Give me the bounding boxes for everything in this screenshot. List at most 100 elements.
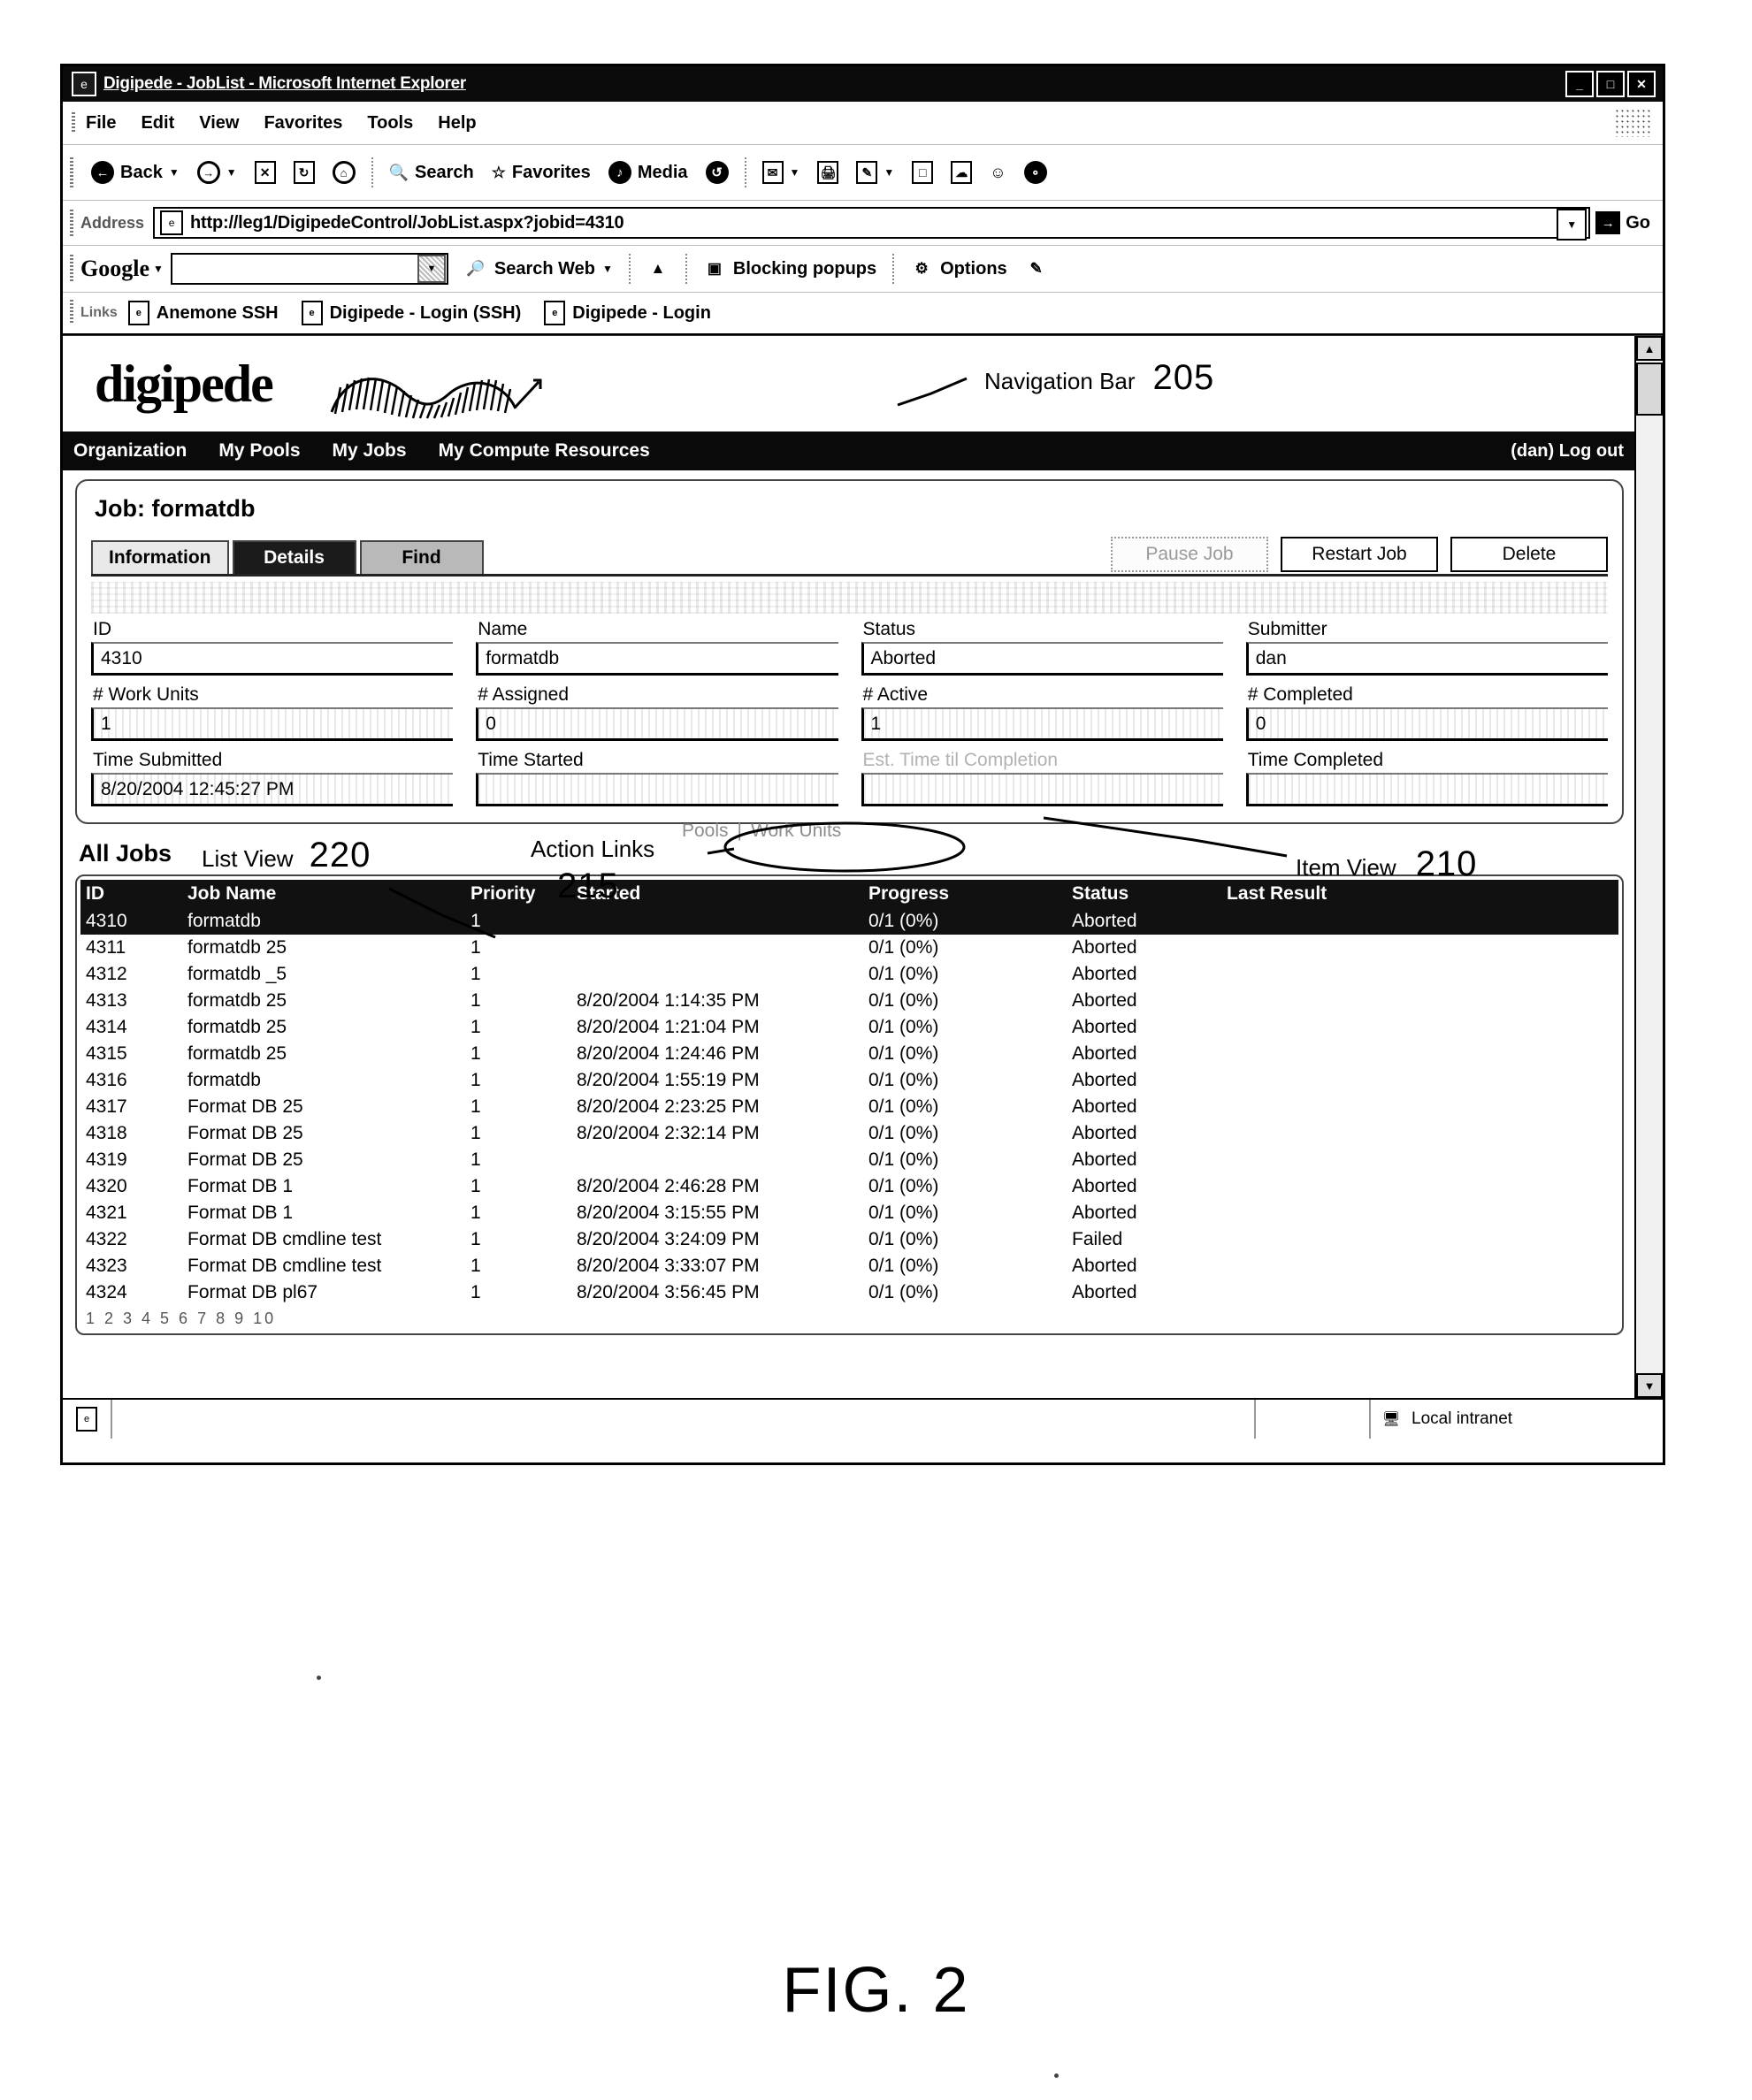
google-options-button[interactable]: ⚙ Options <box>901 258 1016 279</box>
field-value-completed[interactable]: 0 <box>1245 707 1608 741</box>
field-value-work-units[interactable]: 1 <box>91 707 454 741</box>
field-value-time-submitted[interactable]: 8/20/2004 12:45:27 PM <box>91 773 454 806</box>
scroll-up-button[interactable]: ▲ <box>1636 336 1663 361</box>
table-row[interactable]: 4322 Format DB cmdline test 1 8/20/2004 3:2… <box>80 1226 1618 1253</box>
back-dropdown-icon[interactable]: ▼ <box>169 166 180 179</box>
menu-item-file[interactable]: File <box>86 113 116 134</box>
google-highlight-button[interactable]: ✎ <box>1016 258 1057 279</box>
pagination[interactable]: 1 2 3 4 5 6 7 8 9 10 <box>80 1306 1618 1330</box>
refresh-button[interactable]: ↻ <box>285 161 324 184</box>
print-button[interactable]: 🖨 <box>808 161 847 184</box>
menu-item-tools[interactable]: Tools <box>367 113 413 134</box>
nav-item-my-jobs[interactable]: My Jobs <box>333 440 407 462</box>
tab-information[interactable]: Information <box>91 540 229 574</box>
forward-button[interactable]: → ▼ <box>188 161 246 184</box>
home-button[interactable]: ⌂ <box>324 161 364 184</box>
research-button[interactable]: ☁ <box>942 161 981 184</box>
table-row[interactable]: 4324 Format DB pl67 1 8/20/2004 3:56:45 PM 0… <box>80 1279 1618 1306</box>
mail-dropdown-icon[interactable]: ▼ <box>790 166 800 179</box>
google-history-dropdown-icon[interactable]: ▼ <box>417 255 446 283</box>
mail-button[interactable]: ✉ ▼ <box>754 161 809 184</box>
stop-button[interactable]: ✕ <box>246 161 285 184</box>
menu-item-help[interactable]: Help <box>438 113 476 134</box>
menu-bar-grip[interactable] <box>72 112 75 134</box>
action-link-work-units[interactable]: Work Units <box>751 821 841 842</box>
field-value-assigned[interactable]: 0 <box>476 707 838 741</box>
media-button[interactable]: ♪ Media <box>600 161 697 184</box>
google-pagerank-button[interactable]: ▲ <box>638 258 678 279</box>
cell-progress: 0/1 (0%) <box>868 1176 939 1196</box>
field-value-time-completed[interactable] <box>1245 773 1608 806</box>
toolbar-grip[interactable] <box>70 157 73 187</box>
logout-link[interactable]: (dan) Log out <box>1511 441 1624 462</box>
google-search-input[interactable]: ▼ <box>170 253 448 285</box>
table-row[interactable]: 4321 Format DB 1 1 8/20/2004 3:15:55 PM 0/1 … <box>80 1200 1618 1226</box>
discuss-button[interactable]: □ <box>903 161 942 184</box>
action-link-pools[interactable]: Pools <box>682 821 729 842</box>
field-value-time-started[interactable] <box>476 773 838 806</box>
google-search-web-button[interactable]: 🔎 Search Web ▼ <box>455 258 622 279</box>
column-header-job-name[interactable]: Job Name <box>182 880 465 908</box>
table-row[interactable]: 4313 formatdb 25 1 8/20/2004 1:14:35 PM 0/1 … <box>80 988 1618 1014</box>
scrollbar-thumb[interactable] <box>1636 363 1663 416</box>
column-header-status[interactable]: Status <box>1067 880 1221 908</box>
table-row[interactable]: 4311 formatdb 25 1 0/1 (0%) Aborted <box>80 935 1618 961</box>
link-digipede-login[interactable]: e Digipede - Login <box>544 301 734 325</box>
search-button[interactable]: 🔍 Search <box>380 163 483 183</box>
table-row[interactable]: 4312 formatdb _5 1 0/1 (0%) Aborted <box>80 961 1618 988</box>
links-bar-grip[interactable] <box>70 300 73 325</box>
close-button[interactable]: ✕ <box>1627 71 1656 97</box>
field-value-active[interactable]: 1 <box>861 707 1223 741</box>
popup-blocker-icon: ▣ <box>707 260 722 277</box>
google-menu-icon[interactable]: ▼ <box>153 263 164 275</box>
table-row[interactable]: 4319 Format DB 25 1 0/1 (0%) Aborted <box>80 1147 1618 1173</box>
address-input[interactable]: e http://leg1/DigipedeControl/JobList.as… <box>153 207 1591 241</box>
menu-item-edit[interactable]: Edit <box>141 113 174 134</box>
menu-item-favorites[interactable]: Favorites <box>264 113 342 134</box>
back-button[interactable]: ← Back ▼ <box>82 161 188 184</box>
link-digipede-login-ssh[interactable]: e Digipede - Login (SSH) <box>301 301 545 325</box>
table-row[interactable]: 4316 formatdb 1 8/20/2004 1:55:19 PM 0/1 (0%… <box>80 1067 1618 1094</box>
scroll-down-button[interactable]: ▼ <box>1636 1373 1663 1398</box>
field-value-submitter[interactable]: dan <box>1245 642 1608 676</box>
maximize-button[interactable]: □ <box>1596 71 1625 97</box>
column-header-id[interactable]: ID <box>80 880 182 908</box>
history-button[interactable]: ↺ <box>697 161 738 184</box>
table-row[interactable]: 4320 Format DB 1 1 8/20/2004 2:46:28 PM 0/1 … <box>80 1173 1618 1200</box>
vertical-scrollbar[interactable]: ▲ ▼ <box>1634 336 1663 1398</box>
table-row[interactable]: 4318 Format DB 25 1 8/20/2004 2:32:14 PM 0/1… <box>80 1120 1618 1147</box>
tab-find[interactable]: Find <box>359 540 484 574</box>
google-popup-blocker-button[interactable]: ▣ Blocking popups <box>694 258 885 279</box>
google-search-dropdown-icon[interactable]: ▼ <box>602 263 613 275</box>
go-arrow-icon: → <box>1595 211 1621 234</box>
delete-job-button[interactable]: Delete <box>1450 537 1608 572</box>
edit-dropdown-icon[interactable]: ▼ <box>884 166 894 179</box>
favorites-button[interactable]: ☆ Favorites <box>483 163 600 183</box>
field-value-status[interactable]: Aborted <box>861 642 1223 676</box>
column-header-progress[interactable]: Progress <box>863 880 1067 908</box>
address-dropdown-icon[interactable]: ▼ <box>1557 209 1588 241</box>
nav-item-my-compute-resources[interactable]: My Compute Resources <box>439 440 650 462</box>
field-value-name[interactable]: formatdb <box>476 642 838 676</box>
table-row[interactable]: 4317 Format DB 25 1 8/20/2004 2:23:25 PM 0/1… <box>80 1094 1618 1120</box>
restart-job-button[interactable]: Restart Job <box>1281 537 1438 572</box>
forward-dropdown-icon[interactable]: ▼ <box>226 166 237 179</box>
link-anemone-ssh[interactable]: e Anemone SSH <box>127 301 302 325</box>
table-row[interactable]: 4315 formatdb 25 1 8/20/2004 1:24:46 PM 0/1 … <box>80 1041 1618 1067</box>
extra-button[interactable]: ∘ <box>1015 161 1056 184</box>
edit-button[interactable]: ✎ ▼ <box>847 161 903 184</box>
table-row[interactable]: 4310 formatdb 1 0/1 (0%) Aborted <box>80 908 1618 935</box>
tab-details[interactable]: Details <box>232 540 356 574</box>
minimize-button[interactable]: _ <box>1565 71 1594 97</box>
messenger-button[interactable]: ☺ <box>981 164 1014 180</box>
field-value-id[interactable]: 4310 <box>91 642 454 676</box>
go-button[interactable]: → Go <box>1595 211 1663 234</box>
security-zone[interactable]: 🖥 Local intranet <box>1371 1400 1663 1439</box>
nav-item-my-pools[interactable]: My Pools <box>218 440 300 462</box>
table-row[interactable]: 4323 Format DB cmdline test 1 8/20/2004 3:3… <box>80 1253 1618 1279</box>
menu-item-view[interactable]: View <box>199 113 239 134</box>
google-toolbar-grip[interactable] <box>70 255 73 283</box>
address-bar-grip[interactable] <box>70 210 73 236</box>
nav-item-organization[interactable]: Organization <box>73 440 187 462</box>
table-row[interactable]: 4314 formatdb 25 1 8/20/2004 1:21:04 PM 0/1 … <box>80 1014 1618 1041</box>
